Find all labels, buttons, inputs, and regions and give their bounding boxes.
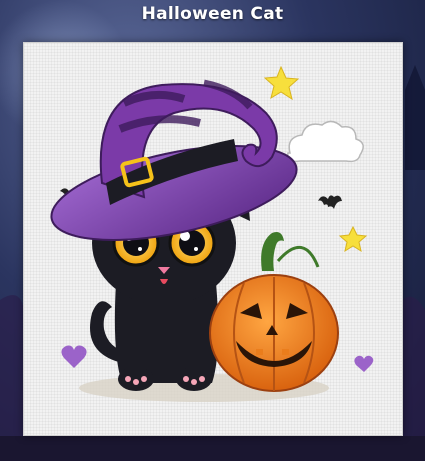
- star-icon: [263, 65, 300, 101]
- cloud-icon: [287, 120, 364, 163]
- witch-hat: [50, 79, 298, 241]
- heart-icon: [354, 355, 374, 372]
- bat-icon: [318, 195, 342, 209]
- star-icon: [338, 225, 368, 253]
- heart-icon: [61, 345, 87, 368]
- artwork-canvas: [50, 65, 374, 402]
- page-title: Halloween Cat: [141, 4, 284, 24]
- cross-stitch-artwork: [23, 42, 403, 436]
